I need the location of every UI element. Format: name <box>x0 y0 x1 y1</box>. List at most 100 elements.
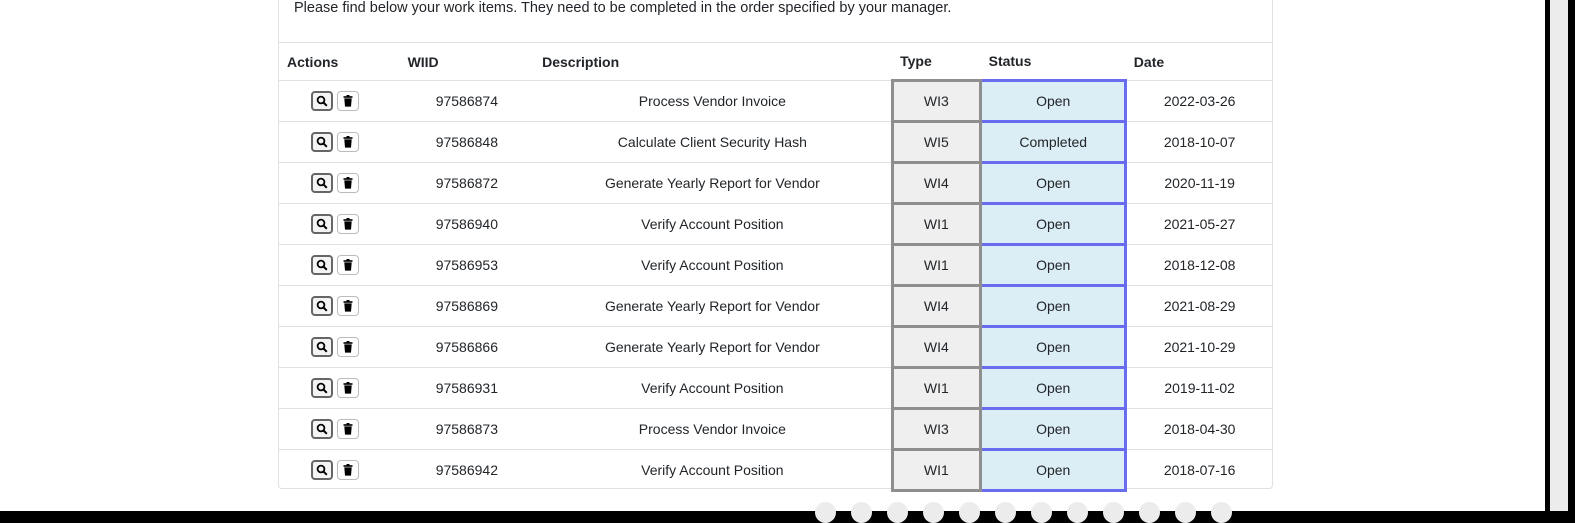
delete-button[interactable] <box>337 255 360 275</box>
header-actions: Actions <box>279 42 400 81</box>
description-cell: Generate Yearly Report for Vendor <box>534 285 893 327</box>
delete-button[interactable] <box>337 132 360 152</box>
page-button[interactable] <box>887 502 908 523</box>
page-button[interactable] <box>1175 502 1196 523</box>
status-cell: Completed <box>979 120 1128 164</box>
search-icon <box>316 218 328 230</box>
type-cell: WI3 <box>890 79 983 123</box>
delete-button[interactable] <box>337 173 360 193</box>
delete-button[interactable] <box>337 460 360 480</box>
view-button[interactable] <box>311 173 334 193</box>
status-cell: Open <box>979 243 1128 287</box>
wiid-cell: 97586873 <box>399 408 535 450</box>
type-cell: WI1 <box>890 202 983 246</box>
page-button[interactable] <box>851 502 872 523</box>
wiid-cell: 97586953 <box>399 244 535 286</box>
delete-button[interactable] <box>337 91 360 111</box>
page-button[interactable] <box>1103 502 1124 523</box>
date-cell: 2021-05-27 <box>1125 203 1272 245</box>
scrollbar-track[interactable] <box>1550 0 1568 511</box>
search-icon <box>316 300 328 312</box>
description-cell: Verify Account Position <box>641 462 784 478</box>
intro-text: Please find below your work items. They … <box>294 0 952 16</box>
view-button[interactable] <box>311 419 334 439</box>
view-button[interactable] <box>311 378 334 398</box>
page-button[interactable] <box>1139 502 1160 523</box>
view-button[interactable] <box>311 132 334 152</box>
header-date[interactable]: Date <box>1125 42 1272 81</box>
header-type[interactable]: Type <box>892 42 981 81</box>
table-row: 97586931 Verify Account Position WI1 Open 20… <box>279 366 1272 410</box>
page-button[interactable] <box>995 502 1016 523</box>
page-button[interactable] <box>815 502 836 523</box>
actions-cell <box>279 162 400 204</box>
view-button[interactable] <box>311 91 334 111</box>
delete-button[interactable] <box>337 378 360 398</box>
table-row: 97586874 Process Vendor Invoice WI3 Open 202… <box>279 79 1272 123</box>
wiid-cell: 97586940 <box>399 203 535 245</box>
actions-cell <box>279 121 400 163</box>
page-button[interactable] <box>1031 502 1052 523</box>
description-cell: Generate Yearly Report for Vendor <box>534 162 893 204</box>
table-row: 97586848 Calculate Client Security Hash WI… <box>279 120 1272 164</box>
description-cell: Process Vendor Invoice <box>534 80 893 122</box>
header-description[interactable]: Description <box>534 42 893 81</box>
view-button[interactable] <box>311 460 334 480</box>
view-button[interactable] <box>311 296 334 316</box>
search-icon <box>316 136 328 148</box>
page-button[interactable] <box>1067 502 1088 523</box>
view-button[interactable] <box>311 337 334 357</box>
view-button[interactable] <box>311 214 334 234</box>
wiid-cell: 97586866 <box>399 326 535 368</box>
search-icon <box>316 464 328 476</box>
header-wiid[interactable]: WIID <box>399 42 535 81</box>
search-icon <box>316 423 328 435</box>
page-button[interactable] <box>1211 502 1232 523</box>
description-cell: Generate Yearly Report for Vendor <box>534 326 893 368</box>
trash-icon <box>343 136 353 148</box>
wiid-cell: 97586869 <box>399 285 535 327</box>
page-button[interactable] <box>923 502 944 523</box>
wiid-cell: 97586872 <box>399 162 535 204</box>
view-button[interactable] <box>311 255 334 275</box>
work-items-table: Actions WIID Description Type Status Dat… <box>279 42 1272 492</box>
type-cell: WI4 <box>890 161 983 205</box>
status-cell: Open <box>979 79 1128 123</box>
search-icon <box>316 177 328 189</box>
actions-cell <box>279 326 400 368</box>
actions-cell <box>279 285 400 327</box>
type-cell: WI5 <box>890 120 983 164</box>
status-cell: Open <box>979 325 1128 369</box>
trash-icon <box>343 423 353 435</box>
trash-icon <box>343 259 353 271</box>
type-cell: WI1 <box>890 366 983 410</box>
type-cell: WI1 <box>890 243 983 287</box>
status-cell: Open <box>979 407 1128 451</box>
search-icon <box>316 382 328 394</box>
wiid-cell: 97586942 <box>435 462 498 478</box>
status-cell: Open <box>979 284 1128 328</box>
search-icon <box>316 341 328 353</box>
actions-cell <box>279 450 400 491</box>
delete-button[interactable] <box>337 419 360 439</box>
delete-button[interactable] <box>337 337 360 357</box>
table-row: 97586873 Process Vendor Invoice WI3 Open 201… <box>279 407 1272 451</box>
trash-icon <box>343 300 353 312</box>
page-button[interactable] <box>959 502 980 523</box>
table-row: 97586942 Verify Account Position WI1 Open 20… <box>279 448 1272 492</box>
actions-cell <box>279 367 400 409</box>
status-cell: Open <box>979 161 1128 205</box>
description-cell: Calculate Client Security Hash <box>534 121 893 163</box>
delete-button[interactable] <box>337 296 360 316</box>
date-cell: 2019-11-02 <box>1125 367 1272 409</box>
date-cell: 2018-10-07 <box>1125 121 1272 163</box>
date-cell: 2018-04-30 <box>1125 408 1272 450</box>
search-icon <box>316 259 328 271</box>
status-cell: Open <box>979 202 1128 246</box>
wiid-cell: 97586874 <box>399 80 535 122</box>
delete-button[interactable] <box>337 214 360 234</box>
date-cell: 2020-11-19 <box>1125 162 1272 204</box>
search-icon <box>316 95 328 107</box>
table-row: 97586940 Verify Account Position WI1 Open 20… <box>279 202 1272 246</box>
header-status[interactable]: Status <box>980 42 1126 81</box>
